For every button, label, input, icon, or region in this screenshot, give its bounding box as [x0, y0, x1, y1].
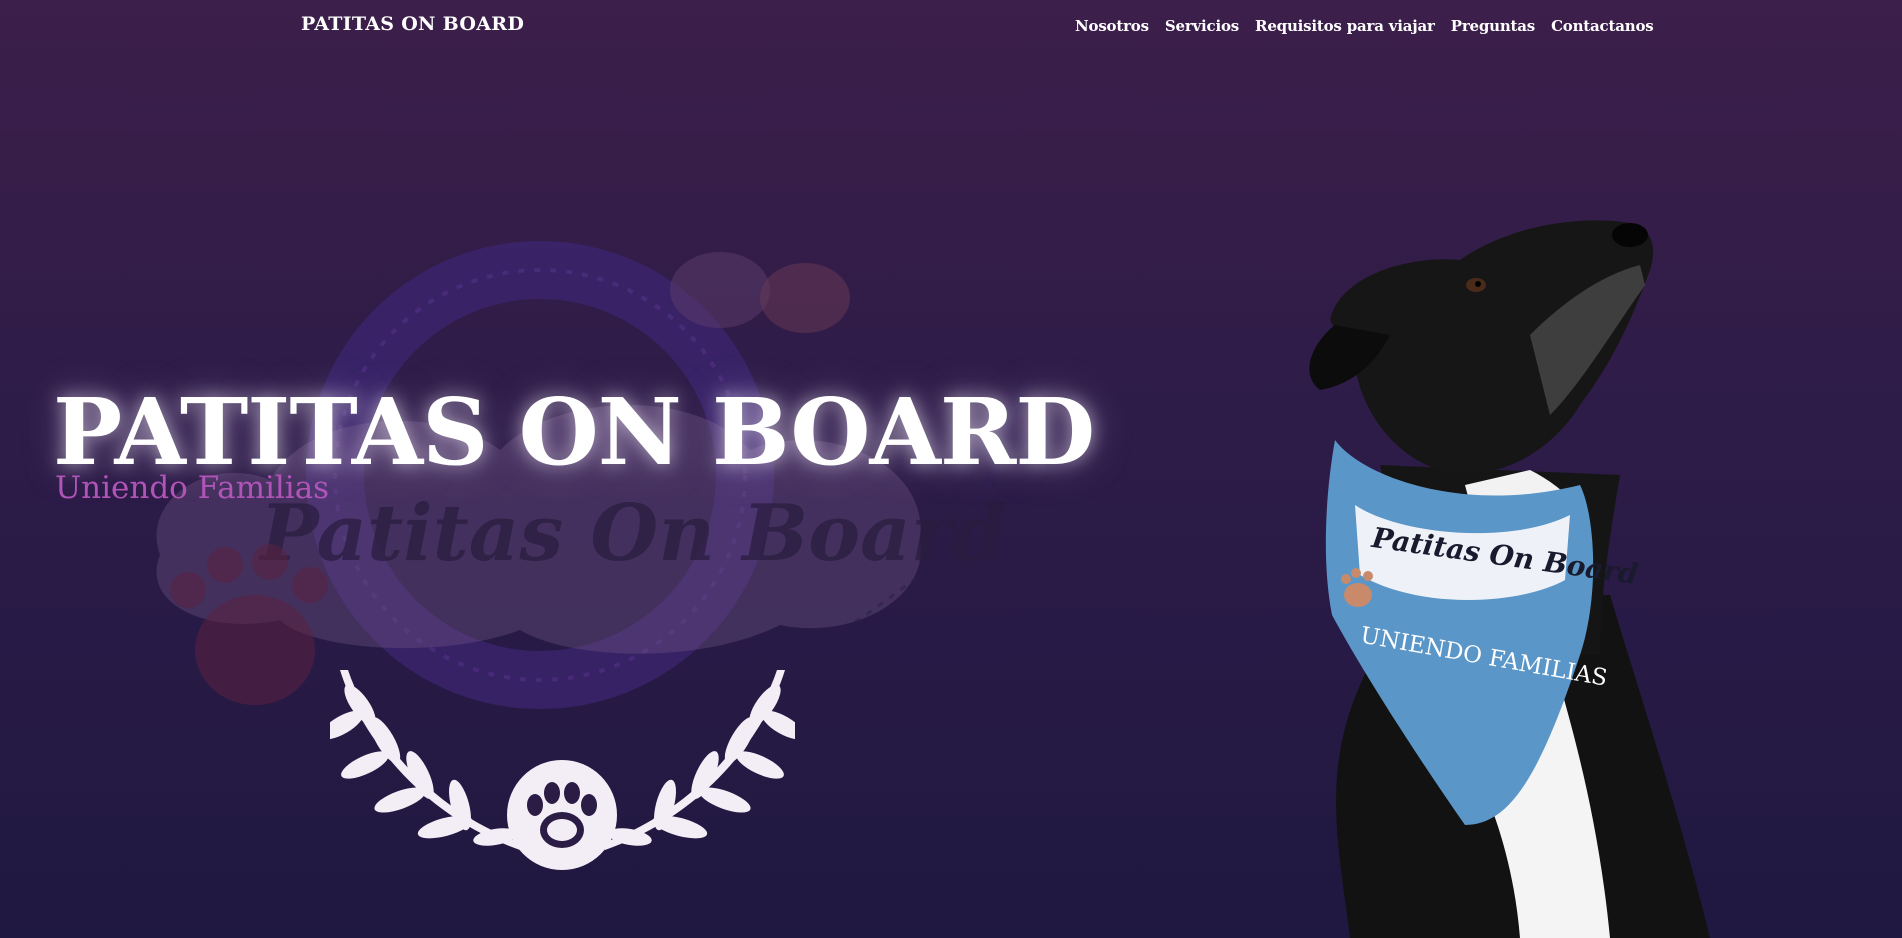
nav-item: Preguntas	[1451, 16, 1536, 35]
cat-silhouette	[670, 252, 770, 328]
nav-item: Contactanos	[1551, 16, 1654, 35]
nav-link-nosotros[interactable]: Nosotros	[1075, 17, 1149, 35]
hero-subtitle: Uniendo Familias	[55, 470, 330, 506]
nav-menu: Nosotros Servicios Requisitos para viaja…	[1075, 16, 1654, 35]
nav-item: Nosotros	[1075, 16, 1149, 35]
nav-link-preguntas[interactable]: Preguntas	[1451, 17, 1536, 35]
background-logo-script: Patitas On Board	[258, 488, 1006, 579]
nav-link-requisitos[interactable]: Requisitos para viajar	[1255, 17, 1435, 35]
top-navbar: PATITAS ON BOARD Nosotros Servicios Requ…	[0, 0, 1902, 52]
nav-link-servicios[interactable]: Servicios	[1165, 17, 1239, 35]
dog-silhouette	[760, 263, 850, 333]
dog-photo: Patitas On Board UNIENDO FAMILIAS	[1309, 220, 1710, 938]
paw-laurel-icon	[330, 670, 795, 870]
nav-item: Servicios	[1165, 16, 1239, 35]
brand-link[interactable]: PATITAS ON BOARD	[301, 13, 524, 35]
nav-item: Requisitos para viajar	[1255, 16, 1435, 35]
nav-link-contactanos[interactable]: Contactanos	[1551, 17, 1654, 35]
